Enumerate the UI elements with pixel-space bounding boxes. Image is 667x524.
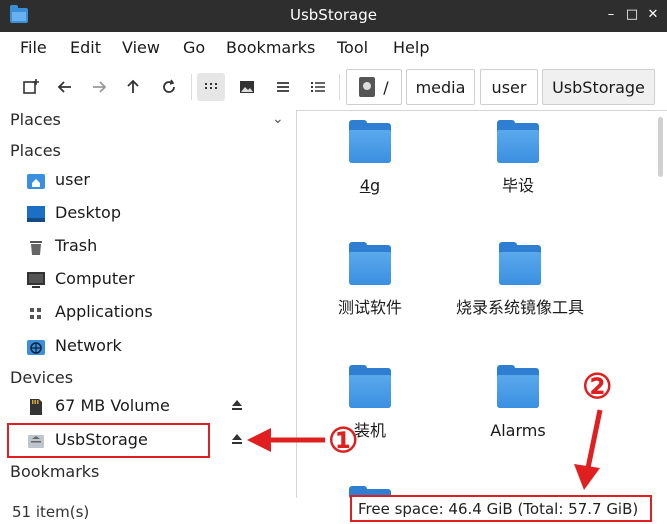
file-item[interactable]: 4g: [297, 120, 455, 196]
annotation-highlight-usbstorage: [7, 423, 210, 458]
annotation-number-1: ①: [328, 421, 359, 461]
close-button[interactable]: ✕: [645, 6, 661, 24]
folder-icon: [349, 365, 391, 408]
arrow-up-icon: [127, 79, 139, 93]
reload-button[interactable]: [155, 73, 183, 101]
list-lines-icon: [277, 82, 289, 92]
file-item[interactable]: 烧录系统镜像工具: [435, 242, 605, 318]
sidebar-item-network[interactable]: Network: [0, 332, 296, 362]
arrow-right-icon: [93, 81, 107, 93]
menu-edit[interactable]: Edit: [70, 38, 101, 57]
folder-icon: [349, 120, 391, 163]
menu-go[interactable]: Go: [183, 38, 205, 57]
detail-view-button[interactable]: [304, 73, 332, 101]
folder-icon: [497, 365, 539, 408]
file-name: 4g: [359, 176, 381, 195]
menu-tool[interactable]: Tool: [337, 38, 368, 57]
home-folder-icon: [27, 174, 45, 189]
file-item[interactable]: 毕设: [433, 120, 603, 196]
trash-icon: [30, 241, 42, 255]
disk-icon: [359, 77, 376, 97]
sidebar-item-label: 67 MB Volume: [55, 396, 170, 415]
desktop-icon: [27, 206, 45, 222]
breadcrumb-usbstorage[interactable]: UsbStorage: [542, 69, 655, 105]
computer-icon: [27, 272, 45, 288]
window-title: UsbStorage: [289, 6, 377, 24]
menu-bar: File Edit View Go Bookmarks Tool Help: [0, 32, 667, 64]
sidebar-item-user[interactable]: user: [0, 166, 296, 196]
toolbar-separator: [191, 74, 192, 100]
eject-icon[interactable]: [230, 432, 244, 446]
annotation-highlight-free-space: Free space: 46.4 GiB (Total: 57.7 GiB): [350, 495, 652, 522]
sidebar-item-desktop[interactable]: Desktop: [0, 199, 296, 229]
file-name: 烧录系统镜像工具: [456, 298, 585, 317]
annotation-arrow-down: [574, 409, 603, 490]
up-button[interactable]: [119, 73, 147, 101]
new-tab-icon: [23, 79, 39, 94]
devices-heading: Devices: [10, 368, 74, 387]
chevron-down-icon[interactable]: ⌄: [272, 111, 284, 127]
detail-list-icon: [311, 82, 325, 92]
sidebar-item-label: Computer: [55, 269, 135, 288]
scrollbar[interactable]: [658, 117, 663, 177]
maximize-button[interactable]: □: [624, 6, 640, 24]
folder-icon: [497, 120, 539, 163]
places-heading: Places: [10, 141, 61, 160]
sidebar-item-trash[interactable]: Trash: [0, 232, 296, 262]
toolbar-separator: [339, 74, 340, 100]
forward-button[interactable]: [85, 73, 113, 101]
folder-icon: [499, 242, 541, 285]
sidebar-item-label: user: [55, 170, 90, 189]
eject-icon[interactable]: [230, 398, 244, 412]
menu-view[interactable]: View: [122, 38, 160, 57]
minimize-button[interactable]: –: [603, 6, 619, 24]
image-icon: [240, 81, 254, 93]
annotation-number-2: ②: [582, 367, 613, 407]
sidebar-item-applications[interactable]: Applications: [0, 298, 296, 328]
bookmarks-heading: Bookmarks: [10, 462, 100, 481]
sidebar-item-computer[interactable]: Computer: [0, 265, 296, 295]
reload-icon: [163, 79, 175, 93]
icon-view-button[interactable]: [197, 73, 225, 101]
sidebar-mode-label[interactable]: Places: [10, 110, 61, 129]
toolbar: / media user UsbStorage: [0, 64, 667, 110]
folder-icon: [349, 242, 391, 285]
breadcrumb-user[interactable]: user: [480, 69, 538, 105]
grid-icon: [205, 83, 217, 89]
sidebar-item-label: Trash: [55, 236, 98, 255]
free-space-text: Free space: 46.4 GiB (Total: 57.7 GiB): [358, 500, 639, 518]
sd-card-icon: [30, 399, 42, 415]
menu-bookmarks[interactable]: Bookmarks: [226, 38, 315, 57]
network-icon: [27, 340, 45, 355]
sidebar-item-label: Applications: [55, 302, 153, 321]
title-bar: UsbStorage – □ ✕: [0, 0, 667, 32]
menu-help[interactable]: Help: [393, 38, 429, 57]
breadcrumb-root[interactable]: /: [346, 69, 402, 105]
thumbnail-view-button[interactable]: [233, 73, 261, 101]
item-count: 51 item(s): [12, 503, 90, 521]
sidebar-item-label: Desktop: [55, 203, 121, 222]
breadcrumb-media[interactable]: media: [406, 69, 475, 105]
annotation-arrow-left: [247, 428, 325, 452]
applications-icon: [30, 308, 41, 319]
back-button[interactable]: [51, 73, 79, 101]
new-tab-button[interactable]: [17, 73, 45, 101]
arrow-left-icon: [57, 81, 71, 93]
menu-file[interactable]: File: [20, 38, 47, 57]
compact-view-button[interactable]: [269, 73, 297, 101]
breadcrumb-root-label: /: [383, 77, 389, 97]
file-name: 测试软件: [337, 298, 402, 317]
file-item[interactable]: 测试软件: [297, 242, 455, 318]
sidebar-item-label: Network: [55, 336, 122, 355]
file-name: 毕设: [501, 176, 534, 195]
sidebar-item-67mb-volume[interactable]: 67 MB Volume: [0, 392, 296, 422]
